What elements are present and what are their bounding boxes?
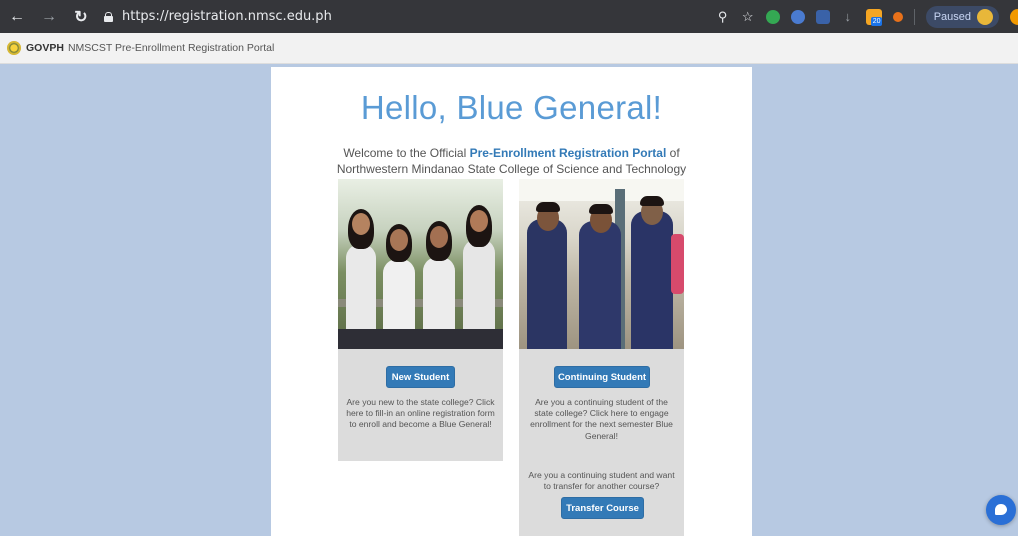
extension-icon[interactable] xyxy=(790,9,805,24)
zoom-icon[interactable]: ⚲ xyxy=(716,9,730,24)
extension-icon[interactable] xyxy=(892,11,903,22)
greeting-heading: Hello, Blue General! xyxy=(360,89,663,126)
new-student-description: Are you new to the state college? Click … xyxy=(346,397,495,430)
portal-title: NMSCST Pre-Enrollment Registration Porta… xyxy=(67,42,275,54)
lock-icon xyxy=(104,11,113,22)
new-student-panel: New Student Are you new to the state col… xyxy=(338,179,503,461)
toolbar-divider xyxy=(913,8,915,25)
continuing-students-photo xyxy=(519,179,684,349)
transfer-course-button[interactable]: Transfer Course xyxy=(561,497,644,519)
url-text: https://registration.nmsc.edu.ph xyxy=(122,9,332,24)
govph-brand[interactable]: GOVPH xyxy=(26,42,64,54)
transfer-course-description: Are you a continuing student and want to… xyxy=(528,470,675,492)
forward-arrow-icon[interactable]: → xyxy=(40,8,58,26)
main-card: Hello, Blue General! Welcome to the Offi… xyxy=(271,67,752,536)
extension-badge-icon[interactable]: 20 xyxy=(865,8,883,26)
chat-icon[interactable] xyxy=(986,495,1016,525)
reload-icon[interactable]: ↻ xyxy=(72,7,90,27)
browser-toolbar: ← → ↻ https://registration.nmsc.edu.ph ⚲… xyxy=(0,0,1018,33)
continuing-student-description: Are you a continuing student of the stat… xyxy=(530,397,673,441)
avatar xyxy=(977,8,993,25)
extension-icon[interactable] xyxy=(765,9,780,24)
back-arrow-icon[interactable]: ← xyxy=(8,8,26,26)
extension-icon[interactable] xyxy=(815,9,830,24)
govph-bar: GOVPH NMSCST Pre-Enrollment Registration… xyxy=(0,33,1018,64)
new-student-button[interactable]: New Student xyxy=(386,366,455,388)
profile-status-button[interactable]: Paused xyxy=(925,5,999,28)
continuing-student-button[interactable]: Continuing Student xyxy=(554,366,650,388)
continuing-student-panel: Continuing Student Are you a continuing … xyxy=(519,179,684,536)
address-bar[interactable]: https://registration.nmsc.edu.ph xyxy=(104,9,332,24)
welcome-text: Welcome to the Official Pre-Enrollment R… xyxy=(336,146,687,176)
download-icon[interactable]: ↓ xyxy=(841,9,855,24)
menu-icon[interactable] xyxy=(1010,8,1018,25)
portal-name: Pre-Enrollment Registration Portal xyxy=(469,146,667,160)
govph-seal-icon xyxy=(7,41,21,55)
new-students-photo xyxy=(338,179,503,349)
bookmark-star-icon[interactable]: ☆ xyxy=(741,9,755,24)
